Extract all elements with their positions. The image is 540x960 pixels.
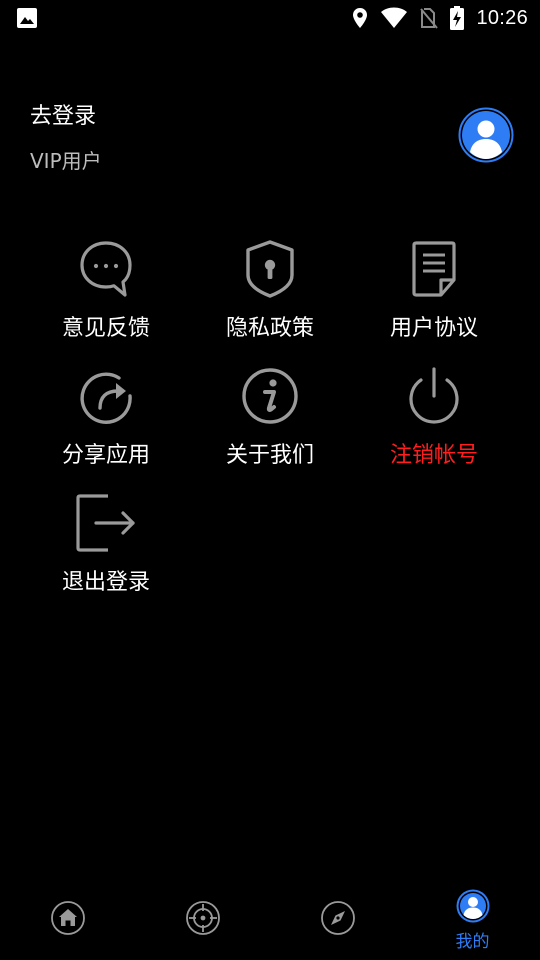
menu-row: 退出登录 [24, 492, 516, 619]
no-sim-icon [420, 8, 439, 29]
compass-icon [320, 901, 355, 935]
menu-label: 用户协议 [389, 316, 478, 341]
nav-label: 我的 [455, 932, 490, 952]
user-avatar-icon[interactable] [458, 107, 514, 163]
feedback-chat-icon [75, 238, 137, 300]
menu-label: 分享应用 [61, 443, 150, 468]
share-refresh-icon [75, 365, 137, 427]
image-icon [17, 8, 37, 28]
menu-item-agreement[interactable]: 用户协议 [352, 238, 516, 365]
menu-item-about[interactable]: 关于我们 [188, 365, 352, 492]
info-icon [239, 365, 301, 427]
menu-grid: 意见反馈 隐私政策 用户协议 分享应用 关于我们 注销帐号 退出登录 [24, 238, 516, 619]
agreement-document-icon [403, 238, 465, 300]
nav-tab-discover[interactable] [270, 878, 405, 960]
profile-icon [456, 889, 489, 923]
menu-empty-slot [188, 492, 352, 619]
power-icon [403, 365, 465, 427]
menu-item-share[interactable]: 分享应用 [24, 365, 188, 492]
crosshair-icon [185, 901, 220, 935]
location-icon [353, 8, 368, 28]
profile-header: 去登录 VIP用户 [0, 90, 540, 200]
menu-item-privacy[interactable]: 隐私政策 [188, 238, 352, 365]
menu-label: 退出登录 [61, 570, 150, 595]
menu-empty-slot [352, 492, 516, 619]
menu-item-logout[interactable]: 退出登录 [24, 492, 188, 619]
battery-charging-icon [450, 6, 465, 30]
membership-label: VIP用户 [30, 149, 102, 173]
menu-item-feedback[interactable]: 意见反馈 [24, 238, 188, 365]
login-link[interactable]: 去登录 [30, 98, 96, 130]
menu-label: 隐私政策 [225, 316, 314, 341]
wifi-icon [381, 7, 408, 28]
nav-tab-target[interactable] [135, 878, 270, 960]
menu-row: 意见反馈 隐私政策 用户协议 [24, 238, 516, 365]
nav-tab-home[interactable] [0, 878, 135, 960]
status-icons: 10:26 [352, 5, 528, 31]
status-time: 10:26 [476, 6, 528, 29]
menu-label: 关于我们 [225, 443, 314, 468]
privacy-shield-icon [239, 238, 301, 300]
logout-icon [75, 492, 137, 554]
home-icon [50, 901, 85, 935]
menu-row: 分享应用 关于我们 注销帐号 [24, 365, 516, 492]
menu-item-delete-account[interactable]: 注销帐号 [352, 365, 516, 492]
menu-label: 注销帐号 [389, 443, 478, 468]
bottom-nav: 我的 [0, 878, 540, 960]
status-bar: 10:26 [0, 0, 540, 36]
nav-tab-mine[interactable]: 我的 [405, 878, 540, 960]
menu-label: 意见反馈 [61, 316, 150, 341]
